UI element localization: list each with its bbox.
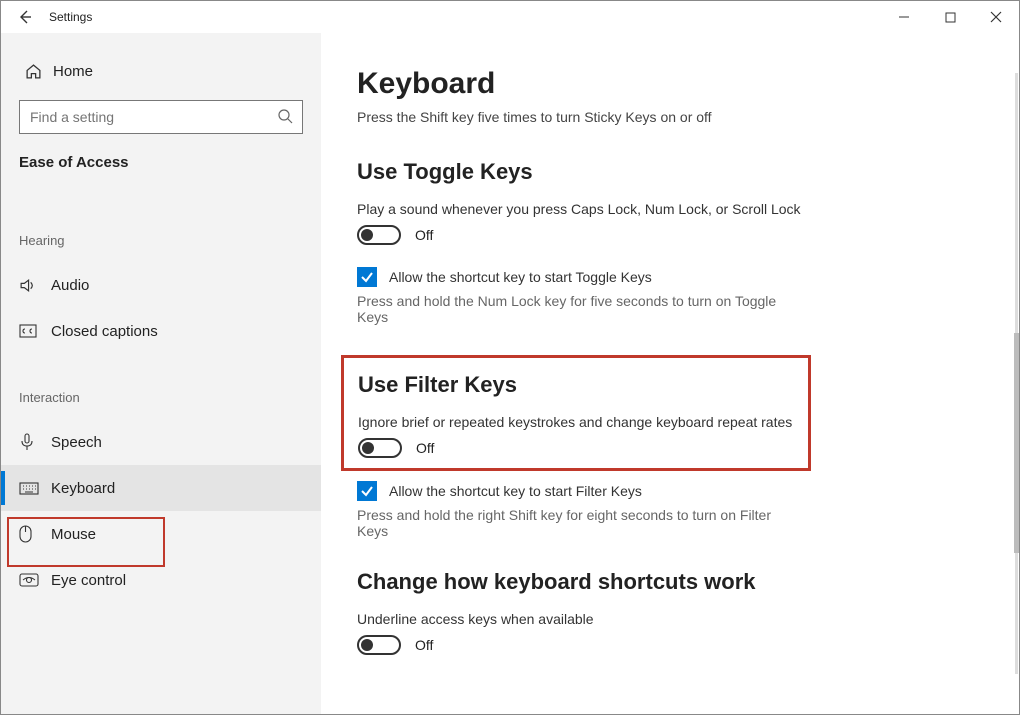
keyboard-icon <box>19 482 51 495</box>
microphone-icon <box>19 433 51 451</box>
category-title: Ease of Access <box>1 154 321 197</box>
shortcuts-heading: Change how keyboard shortcuts work <box>357 569 999 595</box>
page-title: Keyboard <box>357 67 999 101</box>
maximize-icon <box>945 12 956 23</box>
sidebar-item-keyboard[interactable]: Keyboard <box>1 465 321 511</box>
sidebar-item-eye-control[interactable]: Eye control <box>1 557 321 603</box>
sidebar-item-audio[interactable]: Audio <box>1 262 321 308</box>
toggle-keys-switch[interactable] <box>357 225 401 245</box>
filter-keys-switch[interactable] <box>358 438 402 458</box>
scrollbar-thumb[interactable] <box>1014 333 1019 553</box>
toggle-keys-heading: Use Toggle Keys <box>357 159 999 185</box>
underline-state: Off <box>415 637 433 653</box>
toggle-keys-hint: Press and hold the Num Lock key for five… <box>357 293 797 325</box>
underline-access-keys-switch[interactable] <box>357 635 401 655</box>
sidebar: Home Ease of Access Hearing Audio Closed… <box>1 33 321 714</box>
group-hearing: Hearing <box>1 233 321 262</box>
sidebar-item-speech[interactable]: Speech <box>1 419 321 465</box>
sticky-keys-hint: Press the Shift key five times to turn S… <box>357 109 999 125</box>
cc-icon <box>19 324 51 338</box>
close-icon <box>990 11 1002 23</box>
settings-window: Settings Home Ease of Access Hearing Au <box>0 0 1020 715</box>
sidebar-item-label: Audio <box>51 277 89 294</box>
back-button[interactable] <box>1 9 49 25</box>
check-icon <box>360 270 374 284</box>
toggle-keys-desc: Play a sound whenever you press Caps Loc… <box>357 201 999 217</box>
maximize-button[interactable] <box>927 1 973 33</box>
minimize-button[interactable] <box>881 1 927 33</box>
titlebar: Settings <box>1 1 1019 33</box>
sidebar-item-label: Speech <box>51 434 102 451</box>
arrow-left-icon <box>17 9 33 25</box>
annotation-highlight-filter-keys: Use Filter Keys Ignore brief or repeated… <box>341 355 811 471</box>
toggle-keys-allow-label: Allow the shortcut key to start Toggle K… <box>389 269 652 285</box>
filter-keys-desc: Ignore brief or repeated keystrokes and … <box>358 414 794 430</box>
filter-keys-allow-label: Allow the shortcut key to start Filter K… <box>389 483 642 499</box>
speaker-icon <box>19 277 51 294</box>
filter-keys-shortcut-checkbox[interactable] <box>357 481 377 501</box>
toggle-keys-shortcut-checkbox[interactable] <box>357 267 377 287</box>
home-label: Home <box>53 63 93 80</box>
home-icon <box>25 63 53 80</box>
home-nav[interactable]: Home <box>1 57 321 86</box>
minimize-icon <box>898 11 910 23</box>
sidebar-item-closed-captions[interactable]: Closed captions <box>1 308 321 354</box>
group-interaction: Interaction <box>1 390 321 419</box>
window-title: Settings <box>49 10 92 24</box>
sidebar-item-label: Mouse <box>51 526 96 543</box>
search-input[interactable] <box>19 100 303 134</box>
sidebar-item-label: Closed captions <box>51 323 158 340</box>
sidebar-item-label: Eye control <box>51 572 126 589</box>
search-box <box>19 100 303 134</box>
sidebar-item-label: Keyboard <box>51 480 115 497</box>
search-icon <box>277 108 293 129</box>
eye-icon <box>19 573 51 587</box>
filter-keys-heading: Use Filter Keys <box>358 372 794 398</box>
close-button[interactable] <box>973 1 1019 33</box>
content-pane: Keyboard Press the Shift key five times … <box>321 33 1019 714</box>
shortcuts-desc: Underline access keys when available <box>357 611 999 627</box>
check-icon <box>360 484 374 498</box>
toggle-keys-state: Off <box>415 227 433 243</box>
sidebar-item-mouse[interactable]: Mouse <box>1 511 321 557</box>
filter-keys-state: Off <box>416 440 434 456</box>
mouse-icon <box>19 525 51 543</box>
filter-keys-hint: Press and hold the right Shift key for e… <box>357 507 797 539</box>
